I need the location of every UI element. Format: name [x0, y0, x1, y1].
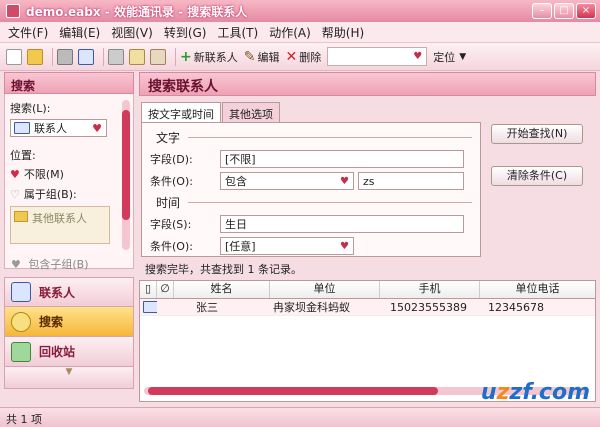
tab-other-options[interactable]: 其他选项	[222, 102, 280, 122]
column-header-mobile[interactable]: 手机	[380, 281, 480, 298]
search-scope-select[interactable]: 联系人 ♥	[10, 119, 107, 137]
search-form: 文字 字段(D): [不限] 条件(O): 包含 ♥ zs 时间 字段(S): …	[141, 122, 481, 257]
close-button[interactable]: ×	[576, 3, 596, 19]
condition-select[interactable]: 包含 ♥	[220, 172, 354, 190]
scrollbar-thumb[interactable]	[148, 387, 438, 395]
cell-name: 张三	[196, 301, 218, 314]
contact-card-icon	[14, 122, 30, 134]
maximize-button[interactable]: □	[554, 3, 574, 19]
page-title: 搜索联系人	[139, 72, 596, 96]
time-field-input[interactable]: 生日	[220, 215, 464, 233]
nav-pane: 联系人 搜索 回收站 ▼	[4, 277, 134, 389]
heart-radio-icon: ♡	[10, 187, 20, 201]
left-scrollbar[interactable]	[122, 100, 130, 250]
new-contact-button[interactable]: + 新联系人	[180, 49, 238, 65]
table-row[interactable]: 张三 冉家坝金科蚂蚁 15023555389 12345678	[140, 299, 595, 316]
column-header-company[interactable]: 单位	[270, 281, 380, 298]
radio-unlimited[interactable]: ♥ 不限(M)	[10, 166, 128, 182]
time-field-label: 字段(S):	[150, 218, 192, 231]
field-label: 字段(D):	[150, 153, 193, 166]
attachment-column-icon[interactable]: ∅	[157, 281, 174, 298]
text-section-header: 文字	[156, 129, 472, 146]
column-header-name[interactable]: 姓名	[174, 281, 270, 298]
table-header: ▯ ∅ 姓名 单位 手机 单位电话	[140, 281, 595, 299]
status-bar: 共 1 项	[0, 407, 600, 427]
delete-button[interactable]: ✕ 删除	[285, 49, 321, 65]
menu-tools[interactable]: 工具(T)	[217, 24, 258, 41]
folder-icon	[14, 211, 28, 222]
cell-mobile: 15023555389	[390, 301, 467, 314]
contacts-icon	[11, 282, 31, 302]
open-folder-icon[interactable]	[27, 48, 43, 65]
toolbar: + 新联系人 ✎ 编辑 ✕ 删除 ♥ 定位 ▼	[0, 43, 600, 71]
preview-icon[interactable]	[78, 48, 94, 65]
clear-conditions-button[interactable]: 清除条件(C)	[491, 166, 583, 186]
heart-checkbox-icon: ♥	[11, 258, 21, 271]
menu-file[interactable]: 文件(F)	[8, 24, 48, 41]
locate-button[interactable]: 定位 ▼	[433, 49, 466, 65]
condition-label: 条件(O):	[150, 175, 193, 188]
include-subgroup-checkbox[interactable]: ♥ 包含子组(B)	[11, 256, 89, 272]
search-result-status: 搜索完毕，共查找到 1 条记录。	[145, 263, 302, 276]
menu-view[interactable]: 视图(V)	[111, 24, 153, 41]
tab-text-or-time[interactable]: 按文字或时间	[141, 102, 221, 122]
search-label: 搜索(L):	[10, 102, 51, 115]
scrollbar-thumb[interactable]	[122, 110, 130, 220]
paste-icon[interactable]	[150, 48, 166, 65]
menu-actions[interactable]: 动作(A)	[269, 24, 311, 41]
menu-bar: 文件(F) 编辑(E) 视图(V) 转到(G) 工具(T) 动作(A) 帮助(H…	[0, 22, 600, 43]
search-options-panel: 搜索(L): 联系人 ♥ 位置: ♥ 不限(M) ♡ 属于组(B): 其他联系人…	[4, 94, 134, 272]
heart-radio-checked-icon: ♥	[10, 167, 20, 181]
heart-dropdown-icon: ♥	[340, 175, 349, 187]
delete-x-icon: ✕	[285, 48, 298, 65]
column-header-phone[interactable]: 单位电话	[480, 281, 595, 298]
contact-card-icon	[143, 301, 157, 313]
condition-text-input[interactable]: zs	[358, 172, 464, 190]
position-label: 位置:	[10, 149, 36, 162]
menu-help[interactable]: 帮助(H)	[322, 24, 364, 41]
print-icon[interactable]	[57, 48, 73, 65]
edit-button[interactable]: ✎ 编辑	[244, 49, 280, 65]
title-bar: demo.eabx - 效能通讯录 - 搜索联系人 – □ ×	[0, 0, 600, 22]
time-section-header: 时间	[156, 194, 472, 211]
nav-recycle-bin[interactable]: 回收站	[4, 337, 134, 367]
doc-column-icon[interactable]: ▯	[140, 281, 157, 298]
time-condition-label: 条件(O):	[150, 240, 193, 253]
field-input[interactable]: [不限]	[220, 150, 464, 168]
main-panel: 搜索联系人 按文字或时间 其他选项 文字 字段(D): [不限] 条件(O): …	[139, 72, 596, 402]
heart-dropdown-icon: ♥	[413, 51, 423, 62]
recycle-icon	[11, 341, 31, 362]
new-file-icon[interactable]	[6, 48, 22, 65]
copy-icon[interactable]	[129, 48, 145, 65]
item-count: 共 1 项	[6, 413, 42, 426]
pencil-icon: ✎	[243, 48, 256, 65]
start-search-button[interactable]: 开始查找(N)	[491, 124, 583, 144]
left-panel: 搜索 搜索(L): 联系人 ♥ 位置: ♥ 不限(M) ♡ 属于组(B): 其他…	[4, 72, 134, 402]
heart-dropdown-icon: ♥	[92, 121, 102, 135]
radio-belongs-group[interactable]: ♡ 属于组(B):	[10, 186, 128, 202]
plus-icon: +	[180, 48, 192, 65]
window-title: demo.eabx - 效能通讯录 - 搜索联系人	[26, 4, 248, 19]
nav-more-chevron[interactable]: ▼	[4, 367, 134, 389]
menu-goto[interactable]: 转到(G)	[164, 24, 207, 41]
menu-edit[interactable]: 编辑(E)	[59, 24, 100, 41]
group-list[interactable]: 其他联系人	[10, 206, 110, 244]
magnifier-icon	[11, 311, 31, 332]
chevron-down-icon: ▼	[459, 51, 467, 62]
nav-contacts[interactable]: 联系人	[4, 277, 134, 307]
locate-input[interactable]: ♥	[327, 47, 428, 66]
cell-phone: 12345678	[488, 301, 544, 314]
site-logo: uzzf.com	[480, 380, 590, 405]
cell-company: 冉家坝金科蚂蚁	[273, 301, 350, 314]
nav-search[interactable]: 搜索	[4, 307, 134, 337]
heart-dropdown-icon: ♥	[340, 240, 349, 252]
tab-bar: 按文字或时间 其他选项	[141, 102, 281, 122]
time-condition-select[interactable]: [任意] ♥	[220, 237, 354, 255]
cut-icon[interactable]	[108, 48, 124, 65]
left-panel-title: 搜索	[4, 72, 134, 94]
app-icon	[6, 4, 20, 18]
minimize-button[interactable]: –	[532, 3, 552, 19]
